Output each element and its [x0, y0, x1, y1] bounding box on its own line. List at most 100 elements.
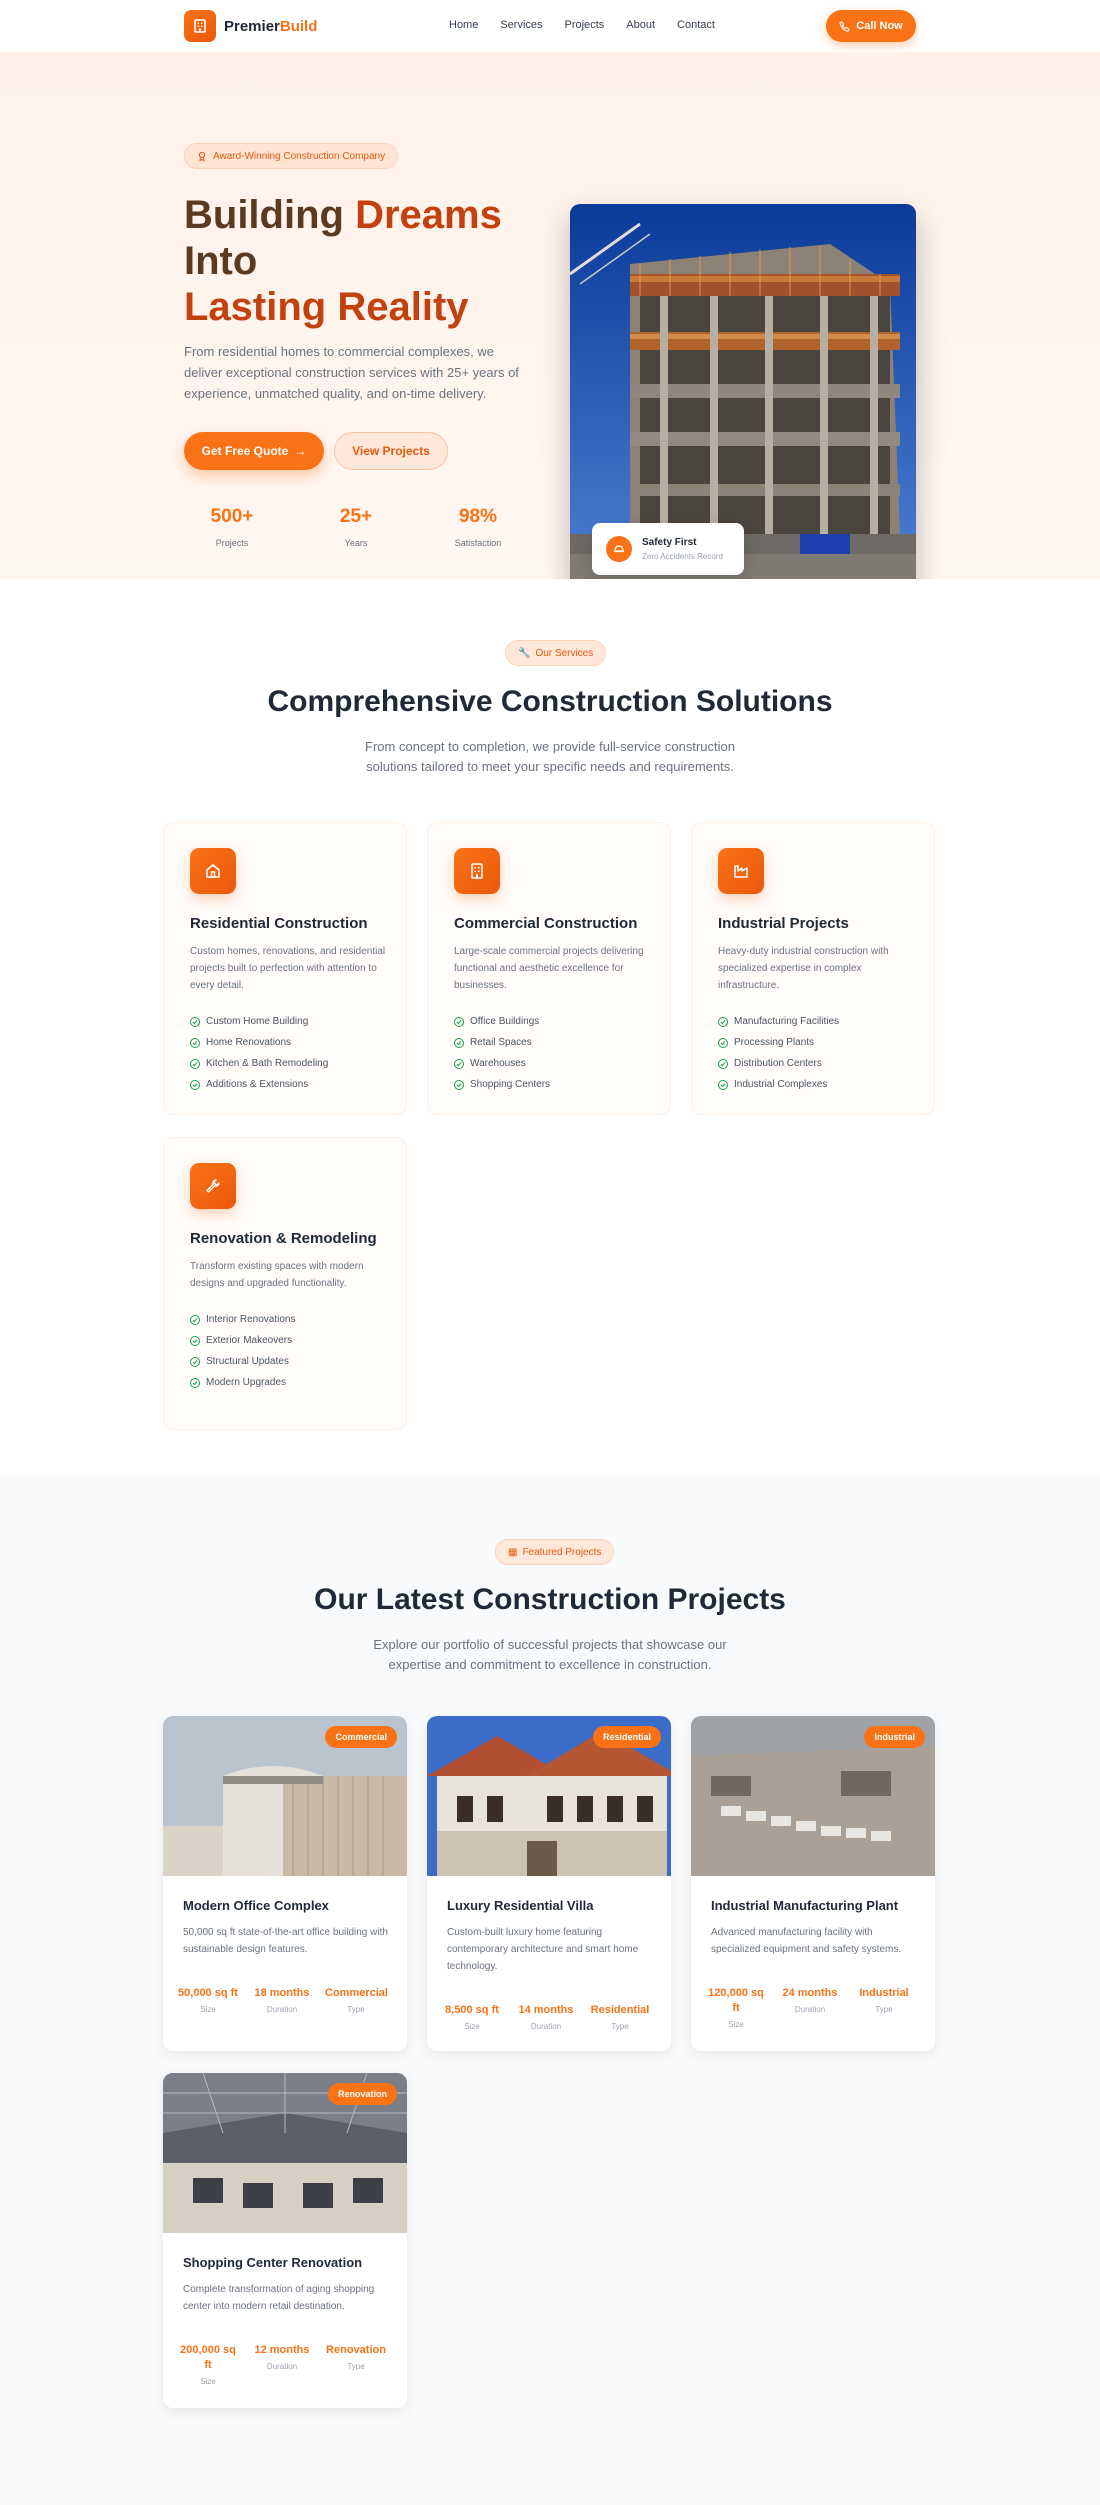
service-features: Custom Home Building Home Renovations Ki…	[190, 1011, 328, 1095]
service-title: Renovation & Remodeling	[190, 1230, 377, 1247]
site-header: PremierBuild Home Services Projects Abou…	[0, 0, 1100, 52]
project-image: Renovation	[163, 2073, 407, 2233]
project-tag: Residential	[592, 1726, 661, 1748]
check-circle-icon	[454, 1058, 464, 1069]
check-circle-icon	[190, 1335, 200, 1346]
list-item: Warehouses	[454, 1053, 550, 1074]
service-title: Residential Construction	[190, 915, 368, 932]
services-description: From concept to completion, we provide f…	[365, 739, 735, 774]
project-stat-duration: 18 months Duration	[254, 1987, 310, 2014]
check-circle-icon	[190, 1377, 200, 1388]
page: PremierBuild Home Services Projects Abou…	[0, 0, 1100, 2505]
project-stat-duration: 24 months Duration	[782, 1987, 838, 2014]
services-badge-label: Our Services	[535, 647, 594, 659]
project-description: Complete transformation of aging shoppin…	[183, 2284, 375, 2312]
award-icon	[198, 151, 206, 161]
project-title: Shopping Center Renovation	[183, 2255, 363, 2270]
project-stat-type: Renovation Type	[326, 2344, 386, 2371]
get-free-quote-button[interactable]: Get Free Quote →	[184, 432, 324, 470]
projects-title: Our Latest Construction Projects	[314, 1583, 786, 1616]
safety-card: Safety First Zero Accidents Record	[592, 523, 744, 575]
building-icon	[454, 848, 500, 894]
safety-subtitle: Zero Accidents Record	[642, 552, 723, 561]
check-circle-icon	[718, 1058, 728, 1069]
project-stat-type: Commercial Type	[325, 1987, 388, 2014]
check-circle-icon	[190, 1356, 200, 1367]
wrench-icon	[190, 1163, 236, 1209]
call-now-button[interactable]: Call Now	[826, 10, 916, 42]
nav-home[interactable]: Home	[449, 19, 478, 31]
service-card-commercial[interactable]: Commercial Construction Large-scale comm…	[427, 822, 671, 1115]
project-card-villa[interactable]: Residential Luxury Residential Villa Cus…	[427, 1716, 671, 2051]
list-item: Office Buildings	[454, 1011, 550, 1032]
safety-title: Safety First	[642, 537, 697, 548]
view-projects-button[interactable]: View Projects	[334, 432, 448, 470]
project-title: Luxury Residential Villa	[447, 1898, 594, 1913]
project-title: Industrial Manufacturing Plant	[711, 1898, 899, 1913]
service-card-industrial[interactable]: Industrial Projects Heavy-duty industria…	[691, 822, 935, 1115]
stat-value: 25+	[339, 506, 373, 527]
arrow-right-icon: →	[294, 444, 307, 458]
list-item: Custom Home Building	[190, 1011, 328, 1032]
project-tag: Industrial	[864, 1726, 925, 1748]
project-stat-type: Residential Type	[590, 2004, 650, 2031]
project-card-office[interactable]: Commercial Modern Office Complex 50,000 …	[163, 1716, 407, 2051]
project-card-industrial[interactable]: Industrial Industrial Manufacturing Plan…	[691, 1716, 935, 2051]
hero-description: From residential homes to commercial com…	[184, 344, 519, 401]
list-item: Structural Updates	[190, 1351, 296, 1372]
project-description: Custom-built luxury home featuring conte…	[447, 1927, 639, 1972]
award-badge-label: Award-Winning Construction Company	[213, 150, 386, 162]
stat-projects: 500+ Projects	[192, 506, 272, 548]
list-item: Manufacturing Facilities	[718, 1011, 839, 1032]
list-item: Retail Spaces	[454, 1032, 550, 1053]
list-item: Modern Upgrades	[190, 1372, 296, 1393]
projects-description: Explore our portfolio of successful proj…	[373, 1637, 727, 1672]
nav-contact[interactable]: Contact	[677, 19, 715, 31]
nav-about[interactable]: About	[626, 19, 655, 31]
project-title: Modern Office Complex	[183, 1898, 329, 1913]
check-circle-icon	[190, 1016, 200, 1027]
service-card-residential[interactable]: Residential Construction Custom homes, r…	[163, 822, 407, 1115]
check-circle-icon	[454, 1079, 464, 1090]
service-title: Commercial Construction	[454, 915, 638, 932]
check-circle-icon	[190, 1079, 200, 1090]
list-item: Kitchen & Bath Remodeling	[190, 1053, 328, 1074]
get-free-quote-label: Get Free Quote	[201, 444, 289, 458]
services-section: 🔧 Our Services Comprehensive Constructio…	[0, 579, 1100, 1475]
building-icon: ▦	[508, 1546, 518, 1558]
project-image: Industrial	[691, 1716, 935, 1876]
service-description: Custom homes, renovations, and residenti…	[190, 946, 386, 991]
stat-label: Years	[344, 538, 368, 548]
nav-services[interactable]: Services	[500, 19, 542, 31]
project-description: Advanced manufacturing facility with spe…	[711, 1927, 902, 1955]
projects-badge-label: Featured Projects	[522, 1546, 602, 1558]
project-stat-duration: 12 months Duration	[254, 2344, 310, 2371]
service-description: Large-scale commercial projects deliveri…	[454, 946, 644, 991]
projects-section: ▦ Featured Projects Our Latest Construct…	[0, 1475, 1100, 2505]
project-tag: Renovation	[327, 2083, 397, 2105]
home-icon	[190, 848, 236, 894]
stat-satisfaction: 98% Satisfaction	[438, 506, 518, 548]
service-features: Interior Renovations Exterior Makeovers …	[190, 1309, 296, 1393]
services-badge: 🔧 Our Services	[505, 640, 607, 666]
factory-icon	[718, 848, 764, 894]
view-projects-label: View Projects	[352, 444, 430, 458]
nav-projects[interactable]: Projects	[565, 19, 605, 31]
check-circle-icon	[718, 1037, 728, 1048]
check-circle-icon	[454, 1016, 464, 1027]
hero-section: Award-Winning Construction Company Build…	[0, 52, 1100, 594]
check-circle-icon	[718, 1016, 728, 1027]
call-now-label: Call Now	[856, 20, 903, 32]
project-card-shopping[interactable]: Renovation Shopping Center Renovation Co…	[163, 2073, 407, 2408]
project-stat-size: 8,500 sq ft Size	[445, 2004, 499, 2031]
award-badge: Award-Winning Construction Company	[184, 143, 399, 169]
stat-years: 25+ Years	[316, 506, 396, 548]
project-description: 50,000 sq ft state-of-the-art office bui…	[183, 1927, 388, 1955]
service-features: Office Buildings Retail Spaces Warehouse…	[454, 1011, 550, 1095]
logo[interactable]: PremierBuild	[184, 10, 317, 42]
project-stat-size: 200,000 sq ft Size	[180, 2344, 236, 2386]
stat-label: Projects	[215, 538, 249, 548]
service-card-renovation[interactable]: Renovation & Remodeling Transform existi…	[163, 1137, 407, 1430]
check-circle-icon	[190, 1314, 200, 1325]
wrench-icon: 🔧	[518, 647, 531, 659]
